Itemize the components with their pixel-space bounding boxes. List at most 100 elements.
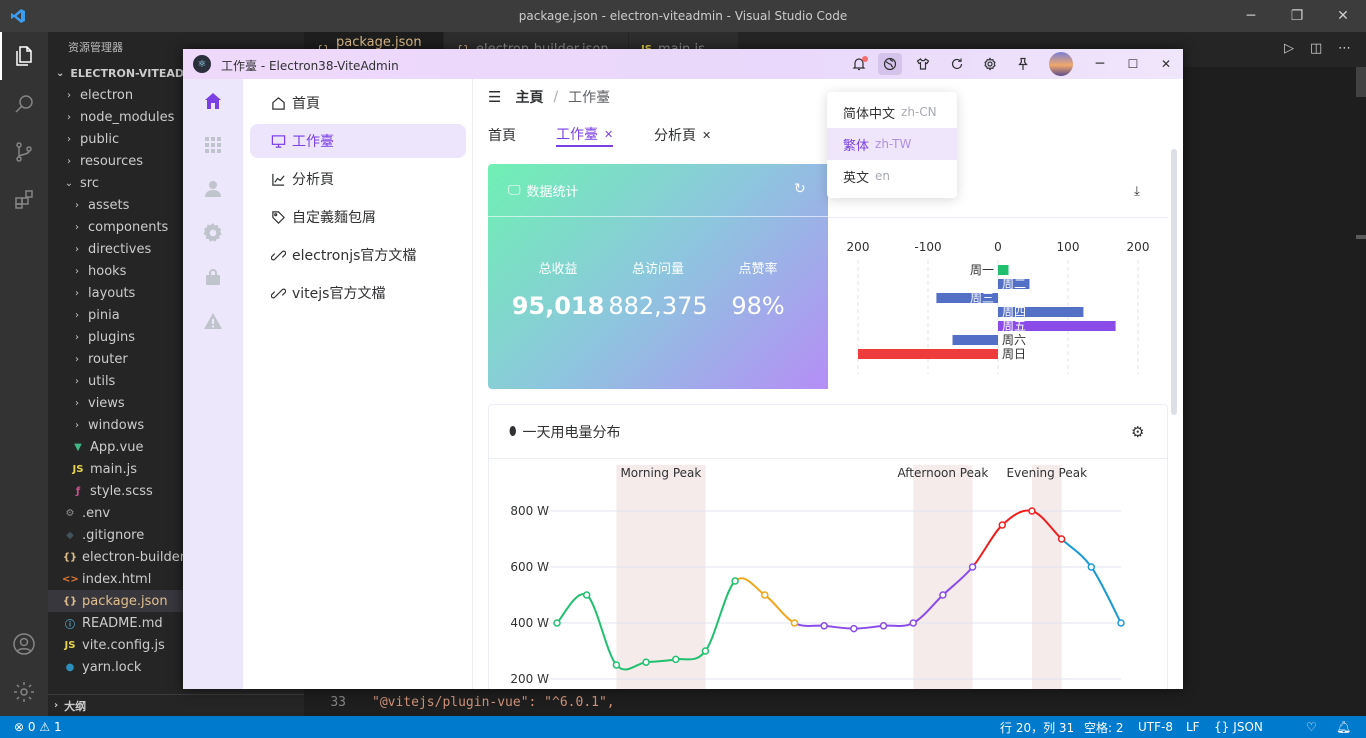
menu-item-analysis[interactable]: 分析頁: [250, 162, 466, 196]
menu-item-label: electronjs官方文檔: [292, 245, 416, 265]
menu-item-label: 首頁: [292, 93, 320, 113]
user-icon[interactable]: [201, 177, 225, 201]
tick-label: 100: [1057, 240, 1080, 254]
warning-icon: ⚠: [39, 720, 50, 734]
tree-item-label: windows: [88, 418, 144, 433]
app-icon-rail: [183, 79, 243, 689]
lock-icon[interactable]: [201, 265, 225, 289]
y-tick-label: 800 W: [510, 504, 549, 518]
menu-item-electron-docs[interactable]: electronjs官方文檔: [250, 238, 466, 272]
outline-section[interactable]: › 大纲: [48, 694, 304, 716]
menu-item-home[interactable]: 首頁: [250, 86, 466, 120]
vscode-titlebar: package.json - electron-viteadmin - Visu…: [0, 0, 1366, 32]
data-point: [702, 648, 708, 654]
menu-item-breadcrumb[interactable]: 自定義麵包屑: [250, 200, 466, 234]
home-icon[interactable]: [201, 89, 225, 113]
indentation[interactable]: 空格: 2: [1078, 716, 1130, 738]
account-icon[interactable]: [0, 620, 48, 668]
lang-option-zh-cn[interactable]: 简体中文zh-CN: [827, 96, 957, 128]
refresh-icon[interactable]: ↻: [794, 181, 806, 197]
tab-close-icon[interactable]: ✕: [604, 128, 613, 141]
tree-item-label: index.html: [82, 572, 151, 587]
tree-item-label: resources: [80, 154, 143, 169]
download-icon[interactable]: ⤓: [1134, 184, 1140, 199]
restore-button[interactable]: ❐: [1274, 0, 1320, 32]
stats-panel: 🖵︎ 数据统计 ↻ 总收益 总访问量 点赞率 95,018 882,375 98…: [488, 164, 828, 389]
notifications-icon[interactable]: 🔔︎: [1330, 716, 1357, 738]
run-icon[interactable]: ▷: [1284, 41, 1294, 56]
language-globe-icon[interactable]: [878, 53, 902, 75]
activity-bar: [0, 32, 48, 716]
lang-option-zh-tw[interactable]: 繁体zh-TW: [827, 128, 957, 160]
settings-gear-icon[interactable]: [0, 668, 48, 716]
editor-scrollbar[interactable]: [1356, 67, 1366, 97]
menu-item-label: 分析頁: [292, 169, 334, 189]
stat-label-revenue: 总收益: [508, 258, 608, 277]
info-file-icon: ⓘ: [62, 616, 78, 631]
app-minimize-button[interactable]: ─: [1088, 53, 1112, 75]
code-text: "@vitejs/plugin-vue": "^6.0.1",: [372, 695, 615, 710]
warning-icon[interactable]: [201, 309, 225, 333]
minimize-button[interactable]: ─: [1228, 0, 1274, 32]
eol[interactable]: LF: [1180, 716, 1206, 738]
breadcrumb: ☰ 主頁 / 工作臺: [488, 87, 610, 107]
tree-item-label: utils: [88, 374, 115, 389]
line-segment: [587, 595, 617, 665]
tree-item-label: .env: [82, 506, 110, 521]
pin-icon[interactable]: [1011, 53, 1035, 75]
settings-icon[interactable]: [201, 221, 225, 245]
tick-label: 0: [994, 240, 1002, 254]
line-number: 33: [304, 695, 346, 710]
tree-item-label: components: [88, 220, 168, 235]
settings-gear-icon[interactable]: ⚙: [1131, 423, 1144, 441]
tab-analysis[interactable]: 分析頁✕: [654, 123, 711, 147]
breadcrumb-separator: /: [553, 89, 558, 105]
stats-title: 数据统计: [527, 181, 579, 200]
feedback-icon[interactable]: ♡: [1300, 716, 1323, 738]
data-point: [1029, 508, 1035, 514]
html-file-icon: <>: [62, 574, 78, 585]
explorer-icon[interactable]: [0, 32, 48, 80]
tree-item-label: style.scss: [90, 484, 153, 499]
app-close-button[interactable]: ✕: [1154, 53, 1178, 75]
settings-gear-icon[interactable]: [978, 53, 1002, 75]
extensions-icon[interactable]: [0, 176, 48, 224]
collapse-menu-icon[interactable]: ☰: [488, 88, 501, 106]
stats-card: 🖵︎ 数据统计 ↻ 总收益 总访问量 点赞率 95,018 882,375 98…: [488, 164, 1168, 389]
chevron-right-icon: ›: [70, 376, 84, 387]
data-point: [910, 620, 916, 626]
user-avatar[interactable]: [1049, 52, 1073, 76]
skin-shirt-icon[interactable]: [911, 53, 935, 75]
menu-item-vite-docs[interactable]: vitejs官方文檔: [250, 276, 466, 310]
git-file-icon: ◆: [62, 530, 78, 541]
search-icon[interactable]: [0, 80, 48, 128]
js-file-icon: JS: [70, 464, 86, 475]
refresh-icon[interactable]: [945, 53, 969, 75]
y-tick-label: 400 W: [510, 616, 549, 630]
split-editor-icon[interactable]: ◫: [1310, 41, 1322, 56]
chevron-right-icon: ›: [70, 310, 84, 321]
menu-item-workbench[interactable]: 工作臺: [250, 124, 466, 158]
cursor-position[interactable]: 行 20，列 31: [994, 716, 1080, 738]
notification-bell-icon[interactable]: [847, 53, 871, 75]
monitor-icon: [270, 133, 286, 149]
source-control-icon[interactable]: [0, 128, 48, 176]
card-divider: [828, 217, 1168, 218]
more-actions-icon[interactable]: ⋯: [1338, 41, 1351, 56]
problems-indicator[interactable]: ⊗ 0 ⚠ 1: [8, 716, 68, 738]
close-button[interactable]: ✕: [1320, 0, 1366, 32]
menu-item-label: 自定義麵包屑: [292, 207, 376, 227]
lang-option-en[interactable]: 英文en: [827, 160, 957, 192]
encoding[interactable]: UTF-8: [1132, 716, 1179, 738]
grid-apps-icon[interactable]: [201, 133, 225, 157]
content-scrollbar[interactable]: [1171, 149, 1177, 415]
app-maximize-button[interactable]: ☐: [1121, 53, 1145, 75]
tab-home[interactable]: 首頁: [488, 123, 516, 147]
peak-band: [1032, 465, 1062, 689]
tab-close-icon[interactable]: ✕: [702, 129, 711, 142]
language-mode[interactable]: {}JSON: [1208, 716, 1269, 738]
tab-workbench[interactable]: 工作臺✕: [556, 123, 613, 147]
breadcrumb-root[interactable]: 主頁: [515, 87, 543, 107]
category-label: 周四: [1002, 305, 1026, 319]
peak-band: [616, 465, 705, 689]
